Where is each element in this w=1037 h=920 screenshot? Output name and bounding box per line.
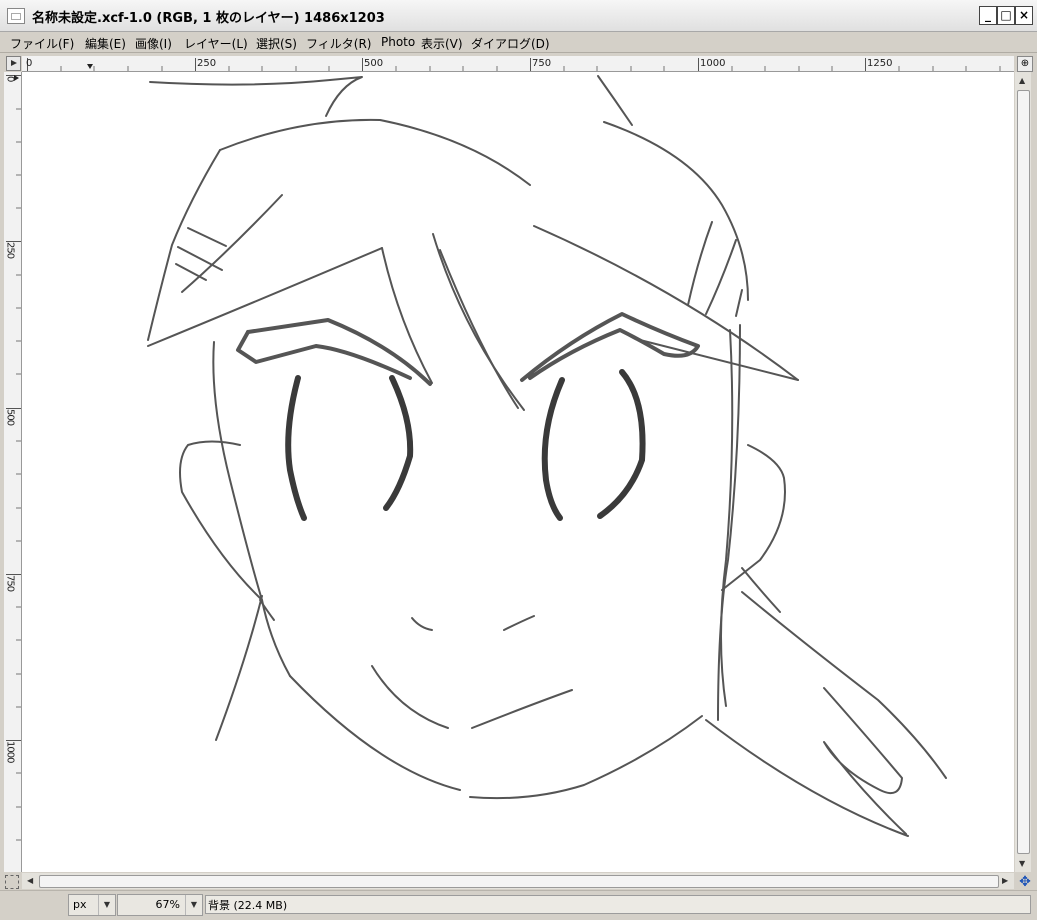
horizontal-ruler-ticks: 0 250 500 750 1000 1250 [26,58,1001,71]
vertical-scroll-thumb[interactable] [1017,90,1030,854]
menu-file[interactable]: ファイル(F) [10,35,74,52]
vertical-ruler-ticks: 0 250 500 750 1000 [5,75,21,841]
menu-image[interactable]: 画像(I) [135,35,172,52]
vertical-scrollbar[interactable]: ▲ ▼ [1015,72,1031,872]
menu-layer[interactable]: レイヤー(L) [184,35,248,52]
hruler-label: 750 [532,58,551,69]
scroll-right-icon[interactable]: ▶ [1002,876,1008,886]
vruler-label: 750 [5,575,16,592]
scroll-left-icon[interactable]: ◀ [27,876,33,886]
vruler-label: 500 [5,409,16,426]
close-button[interactable]: × [1015,6,1033,25]
image-canvas[interactable] [22,72,1014,872]
title-bar: 名称未設定.xcf-1.0 (RGB, 1 枚のレイヤー) 1486x1203 … [0,0,1037,32]
horizontal-scrollbar[interactable]: ◀ ▶ [22,873,1014,889]
scroll-up-icon[interactable]: ▲ [1019,76,1025,86]
vertical-ruler[interactable]: 0 250 500 750 1000 [4,72,22,872]
chevron-down-icon: ▼ [185,895,202,915]
zoom-value: 67% [155,898,180,911]
menu-dialogs[interactable]: ダイアログ(D) [471,35,550,52]
menu-edit[interactable]: 編集(E) [85,35,126,52]
vruler-label: 1000 [5,741,16,763]
minimize-button[interactable]: _ [979,6,997,25]
navigate-icon[interactable]: ✥ [1017,875,1033,889]
status-bar: px ▼ 67% ▼ 背景 (22.4 MB) [0,890,1037,920]
scroll-down-icon[interactable]: ▼ [1019,859,1025,869]
chevron-down-icon: ▼ [98,895,115,915]
status-message: 背景 (22.4 MB) [205,895,1031,914]
quick-mask-menu-icon[interactable] [6,56,21,71]
hruler-label: 0 [26,58,32,69]
unit-selector[interactable]: px ▼ [68,894,116,916]
hruler-label: 1000 [700,58,725,69]
menu-bar: ファイル(F) 編集(E) 画像(I) レイヤー(L) 選択(S) フィルタ(R… [0,32,1037,53]
ruler-pointer-marker [87,64,93,69]
app-icon [7,8,25,24]
horizontal-ruler[interactable]: 0 250 500 750 1000 1250 [22,56,1014,72]
zoom-image-icon[interactable]: ⊕ [1017,56,1033,72]
window-title: 名称未設定.xcf-1.0 (RGB, 1 枚のレイヤー) 1486x1203 [32,11,385,26]
vruler-label: 250 [5,242,16,259]
face-sketch [147,75,947,837]
unit-value: px [73,898,87,911]
vruler-label: 0 [5,76,16,82]
hruler-label: 1250 [867,58,892,69]
quick-mask-toggle-icon[interactable] [5,875,19,889]
maximize-button[interactable]: □ [997,6,1015,25]
menu-select[interactable]: 選択(S) [256,35,297,52]
menu-photo[interactable]: Photo [381,35,415,49]
hruler-label: 500 [364,58,383,69]
menu-view[interactable]: 表示(V) [421,35,463,52]
zoom-selector[interactable]: 67% ▼ [117,894,203,916]
hruler-label: 250 [197,58,216,69]
horizontal-scroll-thumb[interactable] [39,875,999,888]
menu-filters[interactable]: フィルタ(R) [306,35,371,52]
